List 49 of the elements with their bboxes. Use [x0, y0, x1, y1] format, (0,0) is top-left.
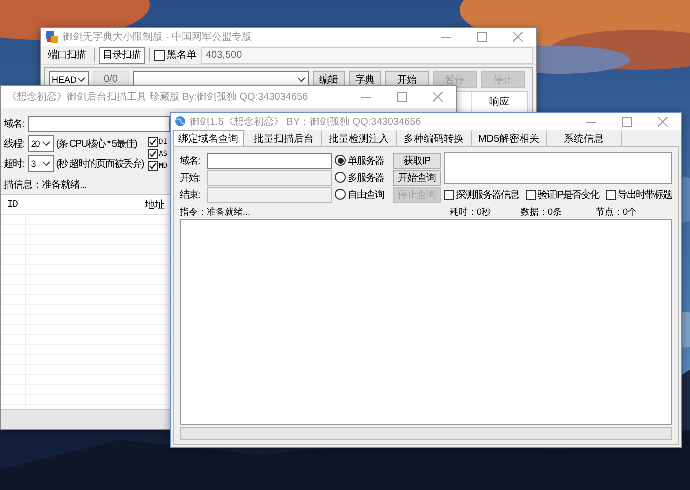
status-text: 指令：准备就绪... — [180, 206, 252, 218]
field-label: 域名: — [180, 154, 201, 168]
option-checkbox[interactable]: 导出时带标题 — [606, 188, 672, 202]
close-icon[interactable] — [658, 116, 668, 126]
close-icon[interactable] — [513, 32, 523, 42]
text-field[interactable] — [207, 152, 332, 168]
caret-icon — [42, 140, 52, 146]
option-checkbox[interactable]: 探测服务器信息 — [444, 188, 519, 202]
action-button[interactable]: 开始查询 — [393, 170, 441, 186]
hint-text: (条 CPU核心 * 5最佳) — [56, 138, 138, 150]
maximize-icon[interactable] — [397, 92, 407, 102]
option-checkbox[interactable]: 验证IP是否变化 — [526, 188, 600, 202]
action-button[interactable]: 获取IP — [393, 152, 441, 168]
mode-tab[interactable]: 目录扫描 — [99, 46, 145, 64]
tab[interactable]: 绑定域名查询 — [173, 130, 244, 146]
radio-option[interactable]: 自由查询 — [335, 188, 390, 202]
nodes-text: 节点：0个 — [596, 206, 638, 218]
globe-icon — [175, 116, 186, 127]
status-text: 描信息：准备就绪... — [3, 178, 87, 193]
field-label: 结束: — [180, 188, 201, 202]
column-header: ID — [6, 200, 20, 210]
column-header: 地址 — [145, 198, 165, 212]
status-codes-field: 403,500 — [201, 46, 533, 64]
number-dropdown[interactable]: 3 — [28, 155, 54, 172]
window-title: 《想念初恋》御剑后台扫描工具 珍藏版 By:御剑孤独 QQ:343034656 — [7, 90, 310, 104]
field-label: 域名: — [4, 118, 25, 131]
radio-option[interactable]: 多服务器 — [335, 170, 390, 184]
domain-field[interactable] — [28, 116, 170, 132]
radio-option[interactable]: 单服务器 — [335, 154, 390, 168]
mode-tab[interactable]: 端口扫描 — [44, 46, 90, 64]
output-box[interactable] — [444, 152, 672, 184]
maximize-icon[interactable] — [622, 116, 632, 126]
hint-text: (秒 超时的页面被丢弃) — [56, 158, 145, 170]
radio-dot-icon — [338, 158, 344, 164]
field-label: 线程: — [4, 138, 25, 150]
window-title: 御剑1.5《想念初恋》 BY：御剑孤独 QQ:343034656 — [190, 116, 422, 128]
caret-icon — [297, 76, 306, 82]
window-title: 御剑无字典大小限制版 - 中国网军公盟专版 — [63, 30, 253, 44]
records-text: 数据：0条 — [521, 206, 564, 218]
caret-icon — [42, 160, 52, 166]
close-icon[interactable] — [433, 92, 443, 102]
elapsed-text: 耗时：0秒 — [450, 206, 492, 218]
maximize-icon[interactable] — [477, 32, 487, 42]
field-label: 开始: — [180, 172, 201, 184]
field-label: 超时: — [4, 158, 25, 170]
blacklist-checkbox[interactable]: 黑名单 — [154, 48, 197, 62]
number-dropdown[interactable]: 20 — [28, 135, 54, 152]
caret-icon — [77, 76, 86, 82]
app-icon — [46, 31, 58, 43]
